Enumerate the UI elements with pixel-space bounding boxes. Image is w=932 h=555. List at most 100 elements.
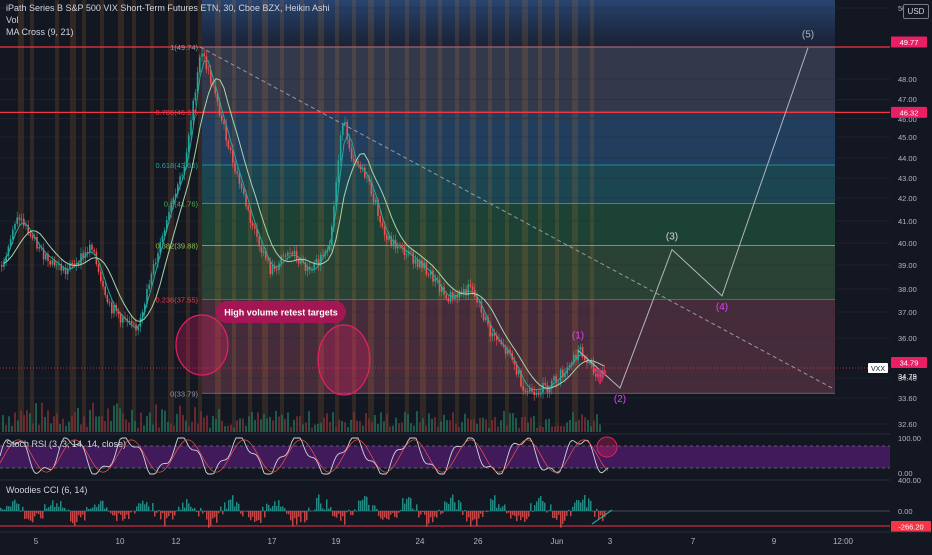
volume-bar xyxy=(509,413,511,432)
cci-bar xyxy=(412,509,414,511)
price-tick: 40.00 xyxy=(898,239,917,248)
cci-bar xyxy=(70,511,72,521)
volume-bar xyxy=(95,416,97,432)
cci-bar xyxy=(338,511,340,514)
volume-bar xyxy=(80,424,82,432)
cci-bar xyxy=(58,507,60,511)
volume-bar xyxy=(431,419,433,432)
volume-bar xyxy=(53,416,55,432)
candle xyxy=(316,259,318,262)
candle xyxy=(107,295,109,302)
candle xyxy=(401,246,403,247)
candle xyxy=(349,139,351,148)
cci-bar xyxy=(128,511,130,519)
candle xyxy=(208,69,210,70)
session-stripe xyxy=(70,0,76,432)
volume-bar xyxy=(158,427,160,432)
cci-bar xyxy=(304,511,306,522)
cci-bar xyxy=(366,497,368,511)
cci-bar xyxy=(596,509,598,511)
volume-bar xyxy=(518,428,520,432)
cci-bar xyxy=(558,511,560,515)
volume-bar xyxy=(569,420,571,432)
time-tick: 26 xyxy=(474,537,483,546)
volume-legend[interactable]: Vol xyxy=(6,15,19,25)
candle xyxy=(580,347,582,350)
wave-label: (5) xyxy=(802,30,814,41)
cci-bar xyxy=(554,511,556,518)
cci-bar xyxy=(354,509,356,511)
volume-bar xyxy=(581,414,583,432)
volume-bar xyxy=(524,417,526,432)
cci-bar xyxy=(168,511,170,516)
volume-bar xyxy=(461,422,463,432)
cci-bar xyxy=(26,511,28,519)
ma-cross-legend[interactable]: MA Cross (9, 21) xyxy=(6,27,74,37)
cci-bar xyxy=(62,508,64,511)
session-stripe xyxy=(470,0,476,432)
candle xyxy=(19,217,21,219)
woodies-cci-panel xyxy=(0,480,932,528)
symbol-title[interactable]: iPath Series B S&P 500 VIX Short-Term Fu… xyxy=(6,3,329,13)
session-stripe xyxy=(132,0,136,432)
cci-bar xyxy=(188,503,190,511)
volume-bar xyxy=(161,409,163,432)
candle xyxy=(294,251,296,254)
cci-bar xyxy=(432,511,434,522)
fib-label: 1(49.74) xyxy=(170,43,198,52)
volume-bar xyxy=(467,418,469,432)
stoch-tick: 100.00 xyxy=(898,434,921,443)
volume-bar xyxy=(23,415,25,432)
candle xyxy=(558,382,560,383)
cci-bar xyxy=(252,511,254,517)
cci-bar xyxy=(334,511,336,517)
cci-bar xyxy=(492,500,494,511)
volume-bar xyxy=(314,425,316,432)
volume-bar xyxy=(209,428,211,432)
candle xyxy=(113,305,115,313)
volume-bar xyxy=(578,420,580,432)
cci-bar xyxy=(340,511,342,521)
cci-bar xyxy=(290,511,292,520)
candle xyxy=(49,261,51,265)
cci-bar xyxy=(226,509,228,511)
candle xyxy=(382,223,384,227)
cci-bar xyxy=(424,511,426,515)
volume-bar xyxy=(284,419,286,432)
cci-bar xyxy=(250,511,252,520)
volume-bar xyxy=(38,425,40,432)
volume-bar xyxy=(356,421,358,432)
cci-bar xyxy=(54,507,56,511)
cci-tick: 400.00 xyxy=(898,476,921,485)
cci-bar xyxy=(280,507,282,511)
candle xyxy=(162,236,164,242)
candle xyxy=(406,254,408,255)
candle xyxy=(426,263,428,275)
cci-bar xyxy=(68,510,70,511)
chart-area[interactable]: 1(49.74)0.786(46.37)0.618(43.65)0.5(41.7… xyxy=(0,0,932,550)
cci-bar xyxy=(196,511,198,512)
volume-bar xyxy=(407,414,409,432)
cci-bar xyxy=(444,502,446,511)
cci-bar xyxy=(38,511,40,514)
volume-bar xyxy=(167,422,169,432)
cci-bar xyxy=(248,511,250,517)
cci-bar xyxy=(90,509,92,511)
cci-bar xyxy=(120,511,122,515)
woodies-cci-legend[interactable]: Woodies CCI (6, 14) xyxy=(6,485,87,495)
cci-bar xyxy=(556,511,558,520)
chart-canvas[interactable]: 1(49.74)0.786(46.37)0.618(43.65)0.5(41.7… xyxy=(0,0,932,550)
session-stripe xyxy=(100,0,104,432)
candle xyxy=(373,194,375,202)
currency-button[interactable]: USD xyxy=(903,4,929,19)
candle xyxy=(434,278,436,281)
stoch-rsi-legend[interactable]: Stoch RSI (3, 3, 14, 14, close) xyxy=(6,439,126,449)
cci-bar xyxy=(106,507,108,511)
volume-bar xyxy=(137,428,139,432)
volume-bar xyxy=(11,426,13,432)
candle xyxy=(221,115,223,120)
candle xyxy=(366,177,368,178)
price-tick: 33.60 xyxy=(898,394,917,403)
cci-bar xyxy=(88,509,90,511)
cci-bar xyxy=(216,511,218,523)
